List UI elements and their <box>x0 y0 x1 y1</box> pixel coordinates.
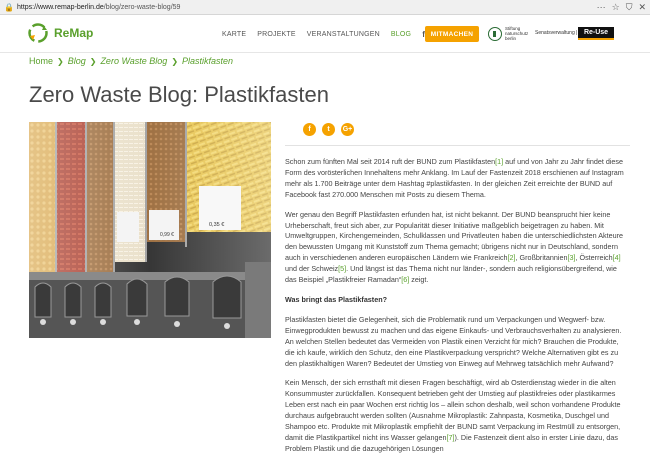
share-facebook-icon[interactable]: f <box>303 123 316 136</box>
svg-text:0,99 €: 0,99 € <box>160 232 174 238</box>
breadcrumb-home[interactable]: Home <box>29 56 53 66</box>
article-body: Schon zum fünften Mal seit 2014 ruft der… <box>285 157 630 464</box>
footnote-link[interactable]: [5] <box>338 264 346 273</box>
partner-logo-reuse[interactable]: Re-Use <box>578 27 614 40</box>
section-heading: Was bringt das Plastikfasten? <box>285 294 387 304</box>
url-path: /blog/zero-waste-blog/59 <box>103 3 181 11</box>
url-host: https://www.remap-berlin.de <box>17 3 104 11</box>
close-icon[interactable]: ✕ <box>638 2 646 13</box>
tree-icon <box>488 26 502 41</box>
article-paragraph: Kein Mensch, der sich ernsthaft mit dies… <box>285 378 621 453</box>
article-paragraph: Plastikfasten bietet die Gelegenheit, si… <box>285 314 622 368</box>
article-paragraph: Schon zum fünften Mal seit 2014 ruft der… <box>285 157 624 199</box>
breadcrumb-current: Plastikfasten <box>182 56 234 66</box>
nav-karte[interactable]: KARTE <box>222 31 246 38</box>
breadcrumb-zero-waste-blog[interactable]: Zero Waste Blog <box>100 56 167 66</box>
main-nav: KARTE PROJEKTE VERANSTALTUNGEN BLOG f ◎ <box>222 30 450 39</box>
shield-icon[interactable]: ⛉ <box>626 2 633 13</box>
page-title: Zero Waste Blog: Plastikfasten <box>29 82 329 107</box>
breadcrumb-blog[interactable]: Blog <box>68 56 86 66</box>
article-image-pasta-dispensers: 0,99 € 0,35 € <box>29 122 271 338</box>
partner-logo-stiftung[interactable]: Stiftung naturschutz berlin <box>488 26 535 41</box>
footnote-link[interactable]: [4] <box>613 253 621 262</box>
lock-icon: 🔒 <box>4 2 14 12</box>
dots-icon[interactable]: ··· <box>597 2 606 13</box>
share-buttons: f t G+ <box>303 123 354 136</box>
breadcrumb: Home ❯ Blog ❯ Zero Waste Blog ❯ Plastikf… <box>29 56 233 66</box>
logo-text: ReMap <box>54 26 94 40</box>
chevron-right-icon: ❯ <box>171 56 179 66</box>
recycle-logo-icon <box>28 23 48 43</box>
footnote-link[interactable]: [7] <box>447 433 455 442</box>
star-icon[interactable]: ☆ <box>612 2 620 13</box>
browser-address-bar[interactable]: 🔒 https://www.remap-berlin.de/blog/zero-… <box>0 0 650 15</box>
share-twitter-icon[interactable]: t <box>322 123 335 136</box>
site-header: ReMap KARTE PROJEKTE VERANSTALTUNGEN BLO… <box>0 15 650 53</box>
footnote-link[interactable]: [3] <box>568 253 576 262</box>
chevron-right-icon: ❯ <box>89 56 97 66</box>
nav-blog[interactable]: BLOG <box>391 31 411 38</box>
footnote-link[interactable]: [2] <box>508 253 516 262</box>
chevron-right-icon: ❯ <box>57 56 64 66</box>
mitmachen-button[interactable]: MITMACHEN <box>425 26 479 42</box>
share-googleplus-icon[interactable]: G+ <box>341 123 354 136</box>
nav-projekte[interactable]: PROJEKTE <box>257 31 296 38</box>
logo[interactable]: ReMap <box>27 22 93 44</box>
svg-text:0,35 €: 0,35 € <box>209 222 224 228</box>
footnote-link[interactable]: [1] <box>495 157 503 166</box>
divider <box>285 145 630 146</box>
url-text[interactable]: https://www.remap-berlin.de/blog/zero-wa… <box>17 4 180 11</box>
article-paragraph: Wer genau den Begriff Plastikfasten erfu… <box>285 209 624 285</box>
nav-veranstaltungen[interactable]: VERANSTALTUNGEN <box>307 31 380 38</box>
partner1-text: Stiftung naturschutz berlin <box>505 26 529 41</box>
